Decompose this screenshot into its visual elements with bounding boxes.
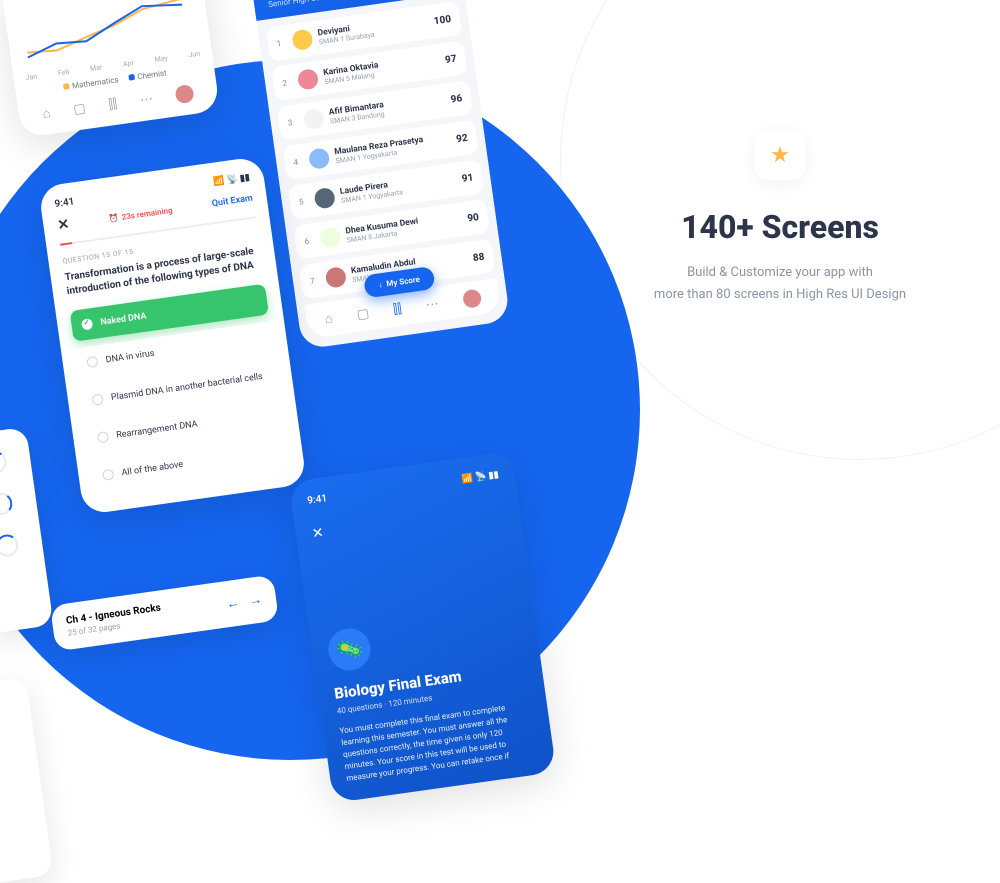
avatar: [302, 108, 325, 131]
prev-icon[interactable]: ←: [225, 595, 240, 613]
avatar: [325, 266, 348, 289]
radio-icon: [102, 469, 114, 481]
avatar: [308, 147, 331, 170]
marketing-block: ★ 140+ Screens Build & Customize your ap…: [620, 130, 940, 306]
radio-icon: [97, 431, 109, 443]
star-icon: ★: [755, 130, 805, 180]
avatar: [291, 28, 314, 51]
avatar[interactable]: [462, 289, 482, 309]
spinner-icon: [0, 492, 14, 517]
subline-1: Build & Customize your app with: [687, 265, 873, 280]
exam-description: You must complete this final exam to com…: [339, 699, 538, 785]
avatar: [297, 68, 320, 91]
status-icons: 📶 📡 ▮▮: [213, 172, 251, 188]
status-icons: 📶 📡 ▮▮: [461, 469, 499, 485]
stats-icon[interactable]: ⫿⫿: [108, 96, 118, 112]
close-icon[interactable]: ✕: [311, 500, 504, 543]
exam-intro-screen: 9:41 📶 📡 ▮▮ ✕ 🦠 Biology Final Exam 40 qu…: [289, 451, 557, 803]
spinner-icon: [0, 450, 8, 475]
subline-2: more than 80 screens in High Res UI Desi…: [654, 287, 906, 302]
spinner-icon: [0, 533, 20, 558]
peek-card: [0, 677, 54, 883]
avatar: [319, 227, 342, 250]
headline: 140+ Screens: [620, 208, 940, 246]
avatar: [313, 187, 336, 210]
status-time: 9:41: [54, 196, 75, 210]
chat-icon[interactable]: ⋯: [425, 296, 440, 313]
close-icon[interactable]: ✕: [57, 216, 71, 233]
radio-checked-icon: [81, 318, 93, 330]
download-icon: ↓: [378, 280, 383, 289]
chat-icon[interactable]: ⋯: [139, 91, 154, 108]
quiz-screen: 9:41 📶 📡 ▮▮ ✕ ⏰ 23s remaining Quit Exam …: [38, 156, 307, 515]
clock-icon: ⏰: [108, 213, 119, 223]
germ-icon: 🦠: [326, 626, 373, 673]
score-title: Score: [13, 0, 43, 3]
quit-exam-button[interactable]: Quit Exam: [211, 194, 253, 210]
status-time: 9:41: [307, 493, 328, 507]
clipboard-icon[interactable]: ▢: [356, 306, 370, 323]
stats-icon[interactable]: ⫿⫿: [392, 301, 402, 317]
next-icon[interactable]: →: [248, 591, 263, 609]
radio-icon: [91, 393, 103, 405]
avatar[interactable]: [175, 84, 195, 104]
radio-icon: [86, 356, 98, 368]
clipboard-icon[interactable]: ▢: [72, 101, 86, 118]
home-icon[interactable]: ⌂: [41, 105, 51, 122]
home-icon[interactable]: ⌂: [324, 310, 334, 327]
time-remaining: ⏰ 23s remaining: [108, 205, 173, 223]
